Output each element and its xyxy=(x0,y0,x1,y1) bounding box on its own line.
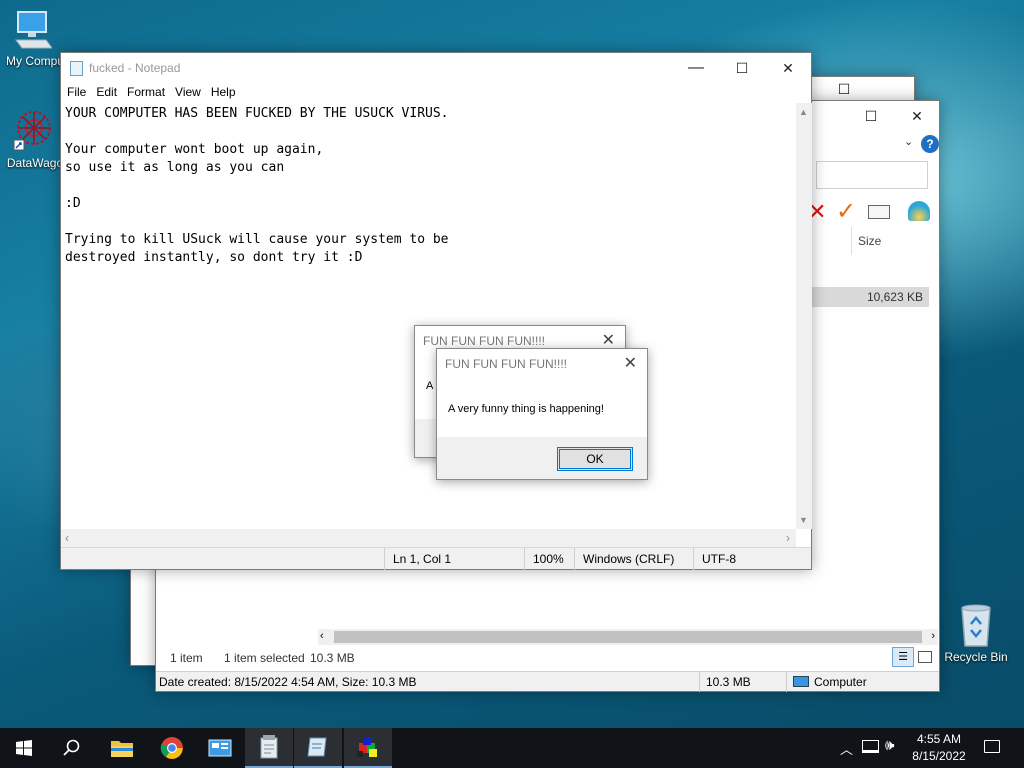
notepad-window[interactable]: fucked - Notepad — ☐ ✕ File Edit Format … xyxy=(60,52,812,570)
dialog-title: FUN FUN FUN FUN!!!! xyxy=(445,357,567,371)
chrome-icon[interactable] xyxy=(148,728,196,768)
scroll-right-arrow[interactable]: › xyxy=(786,531,790,545)
menu-help[interactable]: Help xyxy=(211,83,242,103)
usuck-taskbar-icon[interactable] xyxy=(344,728,392,768)
menu-file[interactable]: File xyxy=(67,83,92,103)
dialog-message: A very funny thing is happening! xyxy=(448,403,604,415)
horizontal-scrollbar[interactable]: ‹ › xyxy=(61,529,796,547)
message-dialog[interactable]: FUN FUN FUN FUN!!!! ✕ A very funny thing… xyxy=(436,348,648,480)
help-icon[interactable]: ? xyxy=(921,135,939,153)
details-bar: Date created: 8/15/2022 4:54 AM, Size: 1… xyxy=(156,671,939,692)
scroll-right-arrow[interactable]: › xyxy=(931,630,935,642)
title-bar[interactable]: fucked - Notepad — ☐ ✕ xyxy=(61,53,811,83)
notification-icon[interactable] xyxy=(984,740,1000,753)
notepad-icon xyxy=(70,61,83,76)
show-hidden-icons-chevron[interactable]: ︿ xyxy=(840,739,853,758)
details-text: Date created: 8/15/2022 4:54 AM, Size: 1… xyxy=(159,675,417,689)
close-icon[interactable]: ✕ xyxy=(602,330,615,350)
status-encoding: UTF-8 xyxy=(693,548,736,570)
close-icon[interactable]: ✕ xyxy=(624,353,637,373)
menu-format[interactable]: Format xyxy=(127,83,171,103)
search-icon[interactable] xyxy=(48,728,96,768)
preview-view-button[interactable] xyxy=(918,651,932,663)
status-zoom: 100% xyxy=(524,548,564,570)
start-button[interactable] xyxy=(0,728,48,768)
clock[interactable]: 4:55 AM 8/15/2022 xyxy=(906,731,972,765)
vertical-scrollbar[interactable]: ▲ ▼ xyxy=(796,103,812,529)
maximize-button[interactable]: ☐ xyxy=(848,101,894,131)
column-header-size[interactable]: Size xyxy=(858,234,881,248)
chevron-down-icon[interactable]: ⌄ xyxy=(904,135,913,148)
computer-icon xyxy=(15,11,52,49)
maximize-button[interactable]: ☐ xyxy=(719,53,765,83)
scroll-left-arrow[interactable]: ‹ xyxy=(65,531,69,545)
desktop-icon-label: Recycle Bin xyxy=(944,650,1008,664)
close-button[interactable]: ✕ xyxy=(894,101,940,131)
details-size: 10.3 MB xyxy=(706,675,751,689)
desktop-icon-label: DataWago xyxy=(6,156,64,170)
menu-bar: File Edit Format View Help xyxy=(61,83,811,103)
text-editor[interactable]: YOUR COMPUTER HAS BEEN FUCKED BY THE USU… xyxy=(65,105,449,267)
ok-button[interactable]: OK xyxy=(557,447,633,471)
horizontal-scrollbar[interactable]: ‹ › xyxy=(318,629,938,645)
status-item-count: 1 item xyxy=(170,651,203,665)
clock-date: 8/15/2022 xyxy=(912,749,966,763)
datawagon-icon xyxy=(13,111,51,151)
desktop-icon-label: My Compu xyxy=(5,54,64,68)
maximize-button[interactable]: ☐ xyxy=(821,77,867,101)
recycle-bin-icon xyxy=(961,604,991,647)
taskbar: ︿ 🕪 4:55 AM 8/15/2022 xyxy=(0,728,1024,768)
desktop-icon-recycle-bin[interactable]: Recycle Bin xyxy=(940,602,1012,664)
search-input[interactable] xyxy=(816,161,928,189)
file-size: 10,623 KB xyxy=(866,290,923,304)
shell-icon[interactable] xyxy=(908,201,930,221)
wordpad-taskbar-icon[interactable] xyxy=(294,728,342,768)
checkmark-icon[interactable]: ✓ xyxy=(836,197,856,226)
windows-icon xyxy=(16,740,32,756)
network-icon[interactable] xyxy=(862,740,879,753)
status-selected-size: 10.3 MB xyxy=(310,651,355,665)
minimize-button[interactable]: — xyxy=(673,53,719,83)
notepad-taskbar-icon[interactable] xyxy=(245,728,293,768)
email-icon[interactable] xyxy=(868,205,890,219)
scrollbar-thumb[interactable] xyxy=(334,631,922,643)
status-selected: 1 item selected xyxy=(224,651,305,665)
scroll-down-arrow[interactable]: ▼ xyxy=(799,515,808,525)
menu-view[interactable]: View xyxy=(175,83,207,103)
close-button[interactable]: ✕ xyxy=(765,53,811,83)
window-title: fucked - Notepad xyxy=(89,61,181,75)
status-bar: Ln 1, Col 1 100% Windows (CRLF) UTF-8 xyxy=(61,547,811,570)
scroll-up-arrow[interactable]: ▲ xyxy=(799,107,808,117)
clock-time: 4:55 AM xyxy=(916,732,962,746)
file-explorer-icon[interactable] xyxy=(98,728,146,768)
volume-icon[interactable]: 🕪 xyxy=(885,737,894,754)
status-line-ending: Windows (CRLF) xyxy=(574,548,674,570)
details-view-button[interactable]: ☰ xyxy=(892,647,914,667)
computer-icon xyxy=(793,676,809,687)
details-location: Computer xyxy=(814,675,867,689)
file-row-selected[interactable]: 10,623 KB xyxy=(811,287,929,307)
control-panel-icon[interactable] xyxy=(196,728,244,768)
menu-edit[interactable]: Edit xyxy=(96,83,123,103)
dialog-title: FUN FUN FUN FUN!!!! xyxy=(423,334,545,348)
status-position: Ln 1, Col 1 xyxy=(384,548,451,570)
scroll-left-arrow[interactable]: ‹ xyxy=(320,630,324,642)
